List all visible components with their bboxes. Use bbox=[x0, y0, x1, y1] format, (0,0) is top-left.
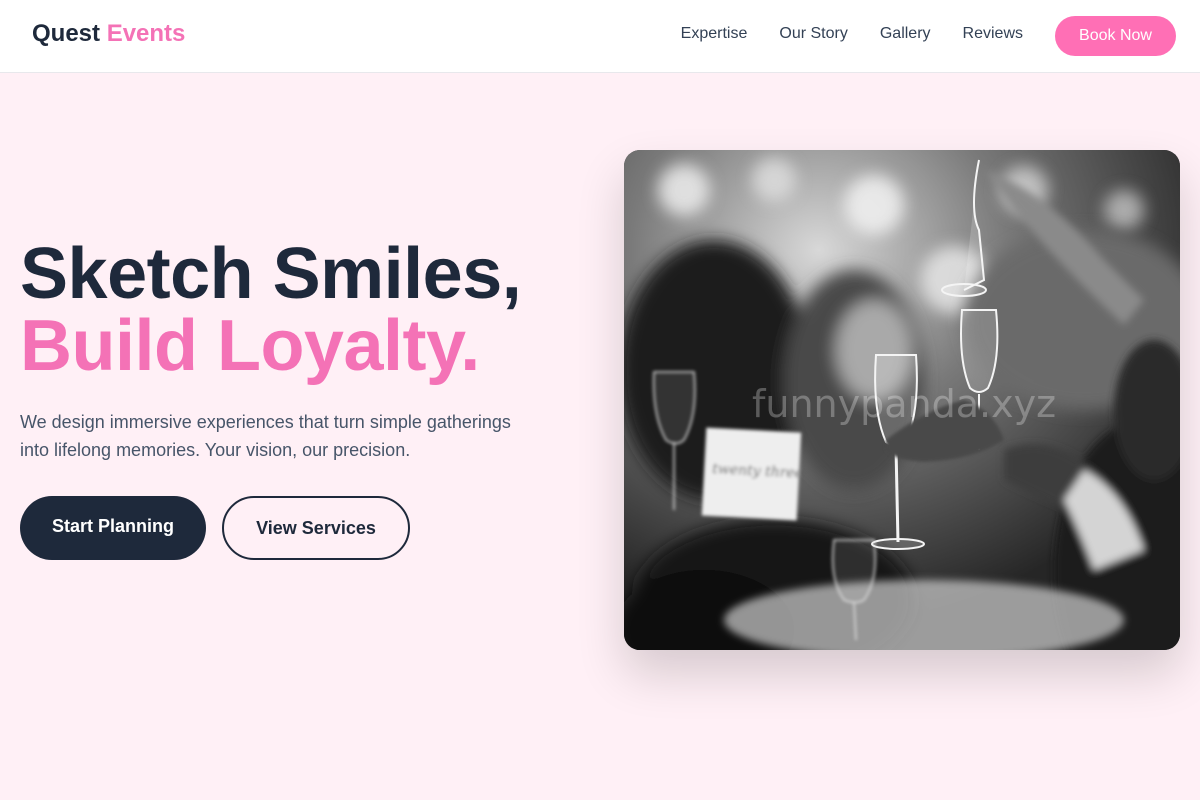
view-services-button[interactable]: View Services bbox=[222, 496, 410, 560]
nav-item-gallery[interactable]: Gallery bbox=[880, 25, 931, 43]
hero-title-line-2: Build Loyalty. bbox=[20, 306, 480, 386]
hero-image: twenty three bbox=[624, 150, 1180, 650]
logo-main: Quest bbox=[32, 20, 101, 47]
start-planning-button[interactable]: Start Planning bbox=[20, 496, 206, 560]
hero-title-line-1: Sketch Smiles, bbox=[20, 234, 522, 314]
main-nav: Expertise Our Story Gallery Reviews bbox=[681, 25, 1023, 43]
hero-title: Sketch Smiles, Build Loyalty. bbox=[20, 234, 522, 386]
logo[interactable]: Quest Events bbox=[32, 20, 185, 48]
site-header: Quest Events Expertise Our Story Gallery… bbox=[0, 0, 1200, 73]
logo-accent: Events bbox=[106, 20, 186, 47]
nav-item-reviews[interactable]: Reviews bbox=[963, 25, 1023, 43]
hero-subtitle: We design immersive experiences that tur… bbox=[20, 412, 511, 460]
book-now-button[interactable]: Book Now bbox=[1055, 16, 1176, 56]
celebration-toast-photo: twenty three bbox=[624, 150, 1180, 650]
nav-item-our-story[interactable]: Our Story bbox=[779, 25, 847, 43]
nav-item-expertise[interactable]: Expertise bbox=[681, 25, 748, 43]
